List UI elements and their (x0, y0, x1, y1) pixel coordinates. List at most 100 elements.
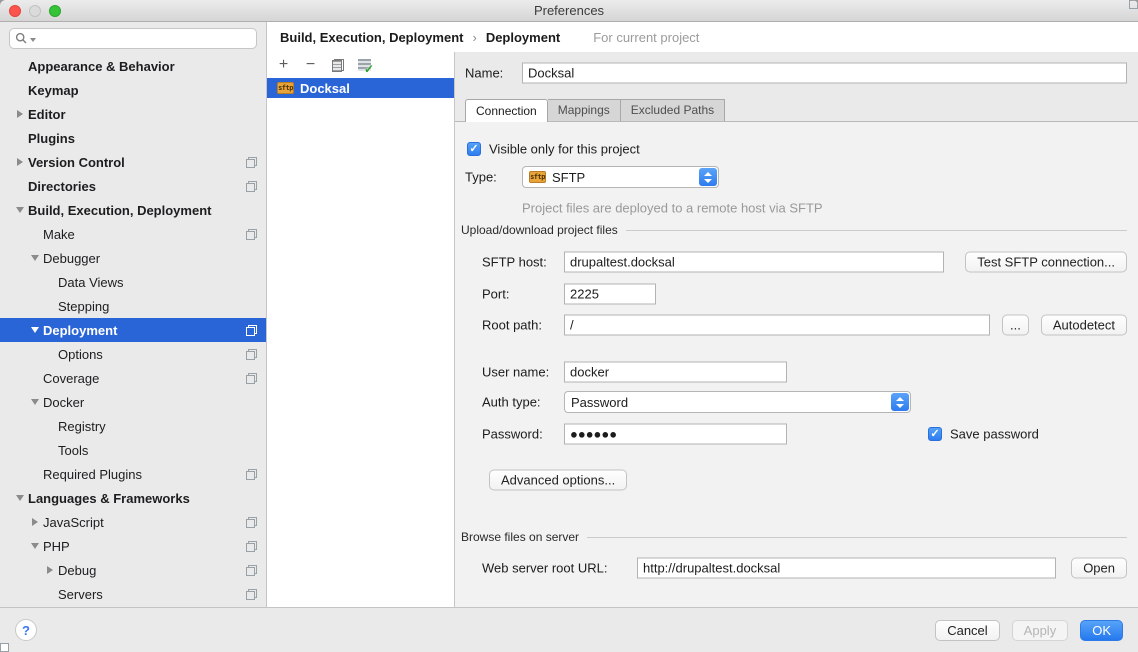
sidebar-item-plugins[interactable]: Plugins (0, 126, 266, 150)
browse-root-path-button[interactable]: ... (1002, 315, 1029, 336)
sidebar-item-registry[interactable]: Registry (0, 414, 266, 438)
tree-expanded-arrow-icon[interactable] (27, 399, 43, 405)
chevron-down-icon (704, 179, 712, 183)
minimize-window-icon[interactable] (29, 5, 41, 17)
sidebar-item-tools[interactable]: Tools (0, 438, 266, 462)
browse-section-header: Browse files on server (461, 530, 1127, 544)
main-area: Build, Execution, Deployment › Deploymen… (267, 22, 1138, 607)
type-select-value: SFTP (552, 170, 585, 185)
port-label: Port: (482, 287, 509, 302)
server-list-panel: + − sftpDocksal (267, 52, 455, 607)
breadcrumb-chevron: › (472, 30, 476, 45)
sftp-icon: sftp (277, 82, 294, 94)
sidebar-item-label: Coverage (43, 371, 99, 386)
sidebar-item-debug[interactable]: Debug (0, 558, 266, 582)
per-project-icon (576, 32, 587, 43)
tree-expanded-arrow-icon[interactable] (27, 327, 43, 333)
sidebar-item-label: Make (43, 227, 75, 242)
port-input[interactable] (564, 284, 656, 305)
cancel-button[interactable]: Cancel (935, 620, 999, 641)
tab-excluded-paths[interactable]: Excluded Paths (621, 99, 725, 121)
select-stepper[interactable] (699, 168, 717, 186)
root-path-input[interactable] (564, 315, 990, 336)
tree-collapsed-arrow-icon[interactable] (12, 158, 28, 166)
web-root-input[interactable] (637, 558, 1056, 579)
test-connection-button[interactable]: Test SFTP connection... (965, 252, 1127, 273)
sidebar-item-version-control[interactable]: Version Control (0, 150, 266, 174)
type-select[interactable]: sftp SFTP (522, 166, 719, 188)
sidebar-item-javascript[interactable]: JavaScript (0, 510, 266, 534)
upload-section-label: Upload/download project files (461, 223, 618, 237)
sidebar-item-label: Tools (58, 443, 88, 458)
select-stepper[interactable] (891, 393, 909, 411)
server-list: sftpDocksal (267, 78, 454, 98)
sidebar-item-label: Editor (28, 107, 66, 122)
add-server-button[interactable]: + (276, 58, 291, 73)
sidebar-item-editor[interactable]: Editor (0, 102, 266, 126)
sidebar-item-appearance-behavior[interactable]: Appearance & Behavior (0, 54, 266, 78)
tree-collapsed-arrow-icon[interactable] (27, 518, 43, 526)
sidebar-item-required-plugins[interactable]: Required Plugins (0, 462, 266, 486)
auth-type-label: Auth type: (482, 395, 541, 410)
zoom-window-icon[interactable] (49, 5, 61, 17)
per-project-icon (246, 229, 257, 240)
sidebar-item-directories[interactable]: Directories (0, 174, 266, 198)
tree-expanded-arrow-icon[interactable] (27, 543, 43, 549)
sidebar-item-debugger[interactable]: Debugger (0, 246, 266, 270)
per-project-icon (246, 181, 257, 192)
apply-button[interactable]: Apply (1012, 620, 1069, 641)
auth-type-select-value: Password (571, 395, 628, 410)
sidebar-item-options[interactable]: Options (0, 342, 266, 366)
sidebar-item-php[interactable]: PHP (0, 534, 266, 558)
sidebar-item-make[interactable]: Make (0, 222, 266, 246)
sidebar-item-label: Version Control (28, 155, 125, 170)
server-list-item-docksal[interactable]: sftpDocksal (267, 78, 454, 98)
sidebar-item-deployment[interactable]: Deployment (0, 318, 266, 342)
tree-expanded-arrow-icon[interactable] (12, 495, 28, 501)
sidebar-item-coverage[interactable]: Coverage (0, 366, 266, 390)
per-project-icon (246, 517, 257, 528)
sidebar-item-languages-frameworks[interactable]: Languages & Frameworks (0, 486, 266, 510)
copy-server-button[interactable] (330, 58, 345, 73)
search-options-caret-icon[interactable] (30, 38, 36, 42)
tab-connection[interactable]: Connection (465, 99, 548, 122)
sidebar-item-servers[interactable]: Servers (0, 582, 266, 606)
sidebar-item-build-execution-deployment[interactable]: Build, Execution, Deployment (0, 198, 266, 222)
sftp-icon: sftp (529, 171, 546, 183)
per-project-icon (246, 469, 257, 480)
ok-button[interactable]: OK (1080, 620, 1123, 641)
sidebar-item-docker[interactable]: Docker (0, 390, 266, 414)
open-button[interactable]: Open (1071, 558, 1127, 579)
help-button[interactable]: ? (15, 619, 37, 641)
form-tabs: ConnectionMappingsExcluded Paths (465, 99, 725, 122)
settings-sidebar: Appearance & BehaviorKeymap Editor Plugins… (0, 22, 267, 607)
per-project-icon (246, 565, 257, 576)
sidebar-item-keymap[interactable]: Keymap (0, 78, 266, 102)
sidebar-item-stepping[interactable]: Stepping (0, 294, 266, 318)
remove-server-button[interactable]: − (303, 58, 318, 73)
window-title: Preferences (534, 3, 604, 18)
sidebar-item-data-views[interactable]: Data Views (0, 270, 266, 294)
use-as-default-button[interactable] (357, 58, 372, 73)
auth-type-select[interactable]: Password (564, 391, 911, 413)
advanced-options-button[interactable]: Advanced options... (489, 470, 627, 491)
tree-expanded-arrow-icon[interactable] (27, 255, 43, 261)
tree-expanded-arrow-icon[interactable] (12, 207, 28, 213)
close-window-icon[interactable] (9, 5, 21, 17)
tree-collapsed-arrow-icon[interactable] (12, 110, 28, 118)
name-input[interactable] (522, 63, 1127, 84)
sftp-host-input[interactable] (564, 252, 944, 273)
sidebar-item-label: JavaScript (43, 515, 104, 530)
autodetect-button[interactable]: Autodetect (1041, 315, 1127, 336)
sidebar-item-label: Languages & Frameworks (28, 491, 190, 506)
sidebar-item-label: Stepping (58, 299, 109, 314)
tab-mappings[interactable]: Mappings (548, 99, 621, 121)
user-name-input[interactable] (564, 362, 787, 383)
tree-collapsed-arrow-icon[interactable] (42, 566, 58, 574)
password-input[interactable] (564, 424, 787, 445)
visible-project-checkbox[interactable] (467, 142, 481, 156)
web-root-label: Web server root URL: (482, 561, 607, 576)
breadcrumb-section[interactable]: Build, Execution, Deployment (280, 30, 463, 45)
save-password-checkbox[interactable] (928, 427, 942, 441)
settings-search-input[interactable] (9, 28, 257, 49)
